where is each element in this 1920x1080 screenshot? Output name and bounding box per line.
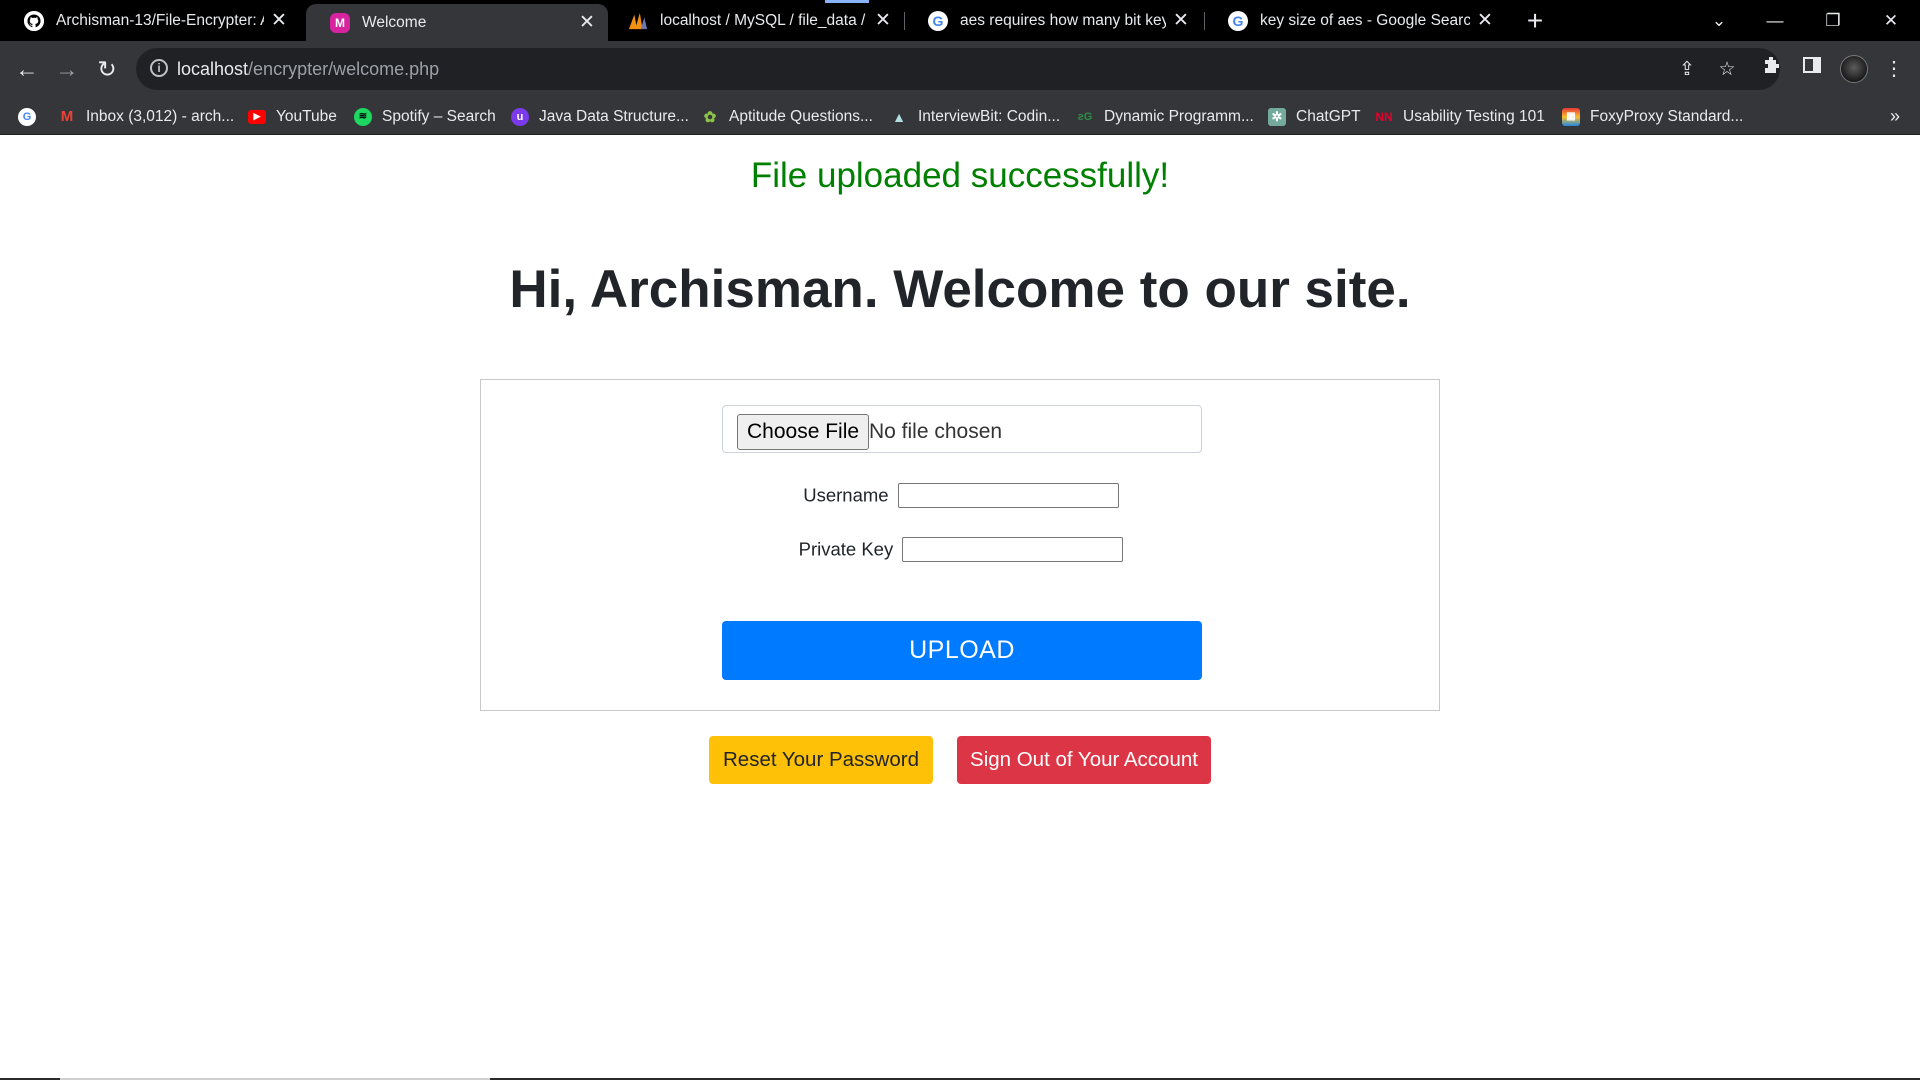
reload-button[interactable]: ↻ bbox=[89, 51, 125, 87]
gfg-icon: ƨG bbox=[1077, 110, 1093, 123]
url-text[interactable]: localhost/encrypter/welcome.php bbox=[177, 59, 439, 80]
minimize-button[interactable]: — bbox=[1748, 0, 1802, 41]
url-path: /encrypter/welcome.php bbox=[248, 59, 440, 79]
file-input[interactable]: Choose File No file chosen bbox=[722, 405, 1202, 453]
username-label: Username bbox=[803, 484, 889, 506]
bookmark-spotify[interactable]: ≋ Spotify – Search bbox=[354, 98, 496, 135]
bookmark-label: Inbox (3,012) - arch... bbox=[86, 107, 235, 125]
reset-password-button[interactable]: Reset Your Password bbox=[709, 736, 933, 784]
welcome-heading: Hi, Archisman. Welcome to our site. bbox=[0, 259, 1920, 320]
bookmark-interviewbit[interactable]: ▲ InterviewBit: Codin... bbox=[890, 98, 1060, 135]
bookmark-label: InterviewBit: Codin... bbox=[918, 107, 1061, 125]
page-content: File uploaded successfully! Hi, Archisma… bbox=[0, 136, 1920, 1080]
bookmark-label: FoxyProxy Standard... bbox=[1590, 107, 1744, 125]
tab-welcome[interactable]: M Welcome ✕ bbox=[306, 4, 608, 41]
bookmark-foxyproxy[interactable]: ▦ FoxyProxy Standard... bbox=[1562, 98, 1743, 135]
bookmark-label: Dynamic Programm... bbox=[1104, 107, 1254, 125]
bookmark-google[interactable]: G bbox=[18, 98, 46, 135]
address-bar[interactable]: i localhost/encrypter/welcome.php ⇪ ☆ bbox=[136, 48, 1780, 90]
tab-github[interactable]: Archisman-13/File-Encrypter: A W ✕ bbox=[0, 0, 300, 41]
interviewbit-icon: ▲ bbox=[892, 108, 906, 125]
upload-button[interactable]: UPLOAD bbox=[722, 621, 1202, 680]
tab-google-aes-bits[interactable]: G aes requires how many bit key - G ✕ bbox=[904, 0, 1202, 41]
tab-title: aes requires how many bit key - G bbox=[960, 11, 1166, 29]
file-status-text: No file chosen bbox=[869, 420, 1003, 443]
java-icon: u bbox=[511, 107, 529, 126]
restore-button[interactable]: ❐ bbox=[1806, 0, 1860, 41]
username-field[interactable] bbox=[897, 483, 1119, 508]
phpmyadmin-icon bbox=[628, 11, 648, 31]
bookmarks-bar: G M Inbox (3,012) - arch... ▶ YouTube ≋ … bbox=[0, 98, 1920, 135]
close-window-button[interactable]: ✕ bbox=[1864, 0, 1918, 41]
bookmark-gmail[interactable]: M Inbox (3,012) - arch... bbox=[58, 98, 234, 135]
google-icon: G bbox=[18, 107, 36, 126]
tab-google-aes-size[interactable]: G key size of aes - Google Search ✕ bbox=[1204, 0, 1506, 41]
google-icon: G bbox=[1228, 10, 1248, 31]
nn-icon: NN bbox=[1375, 109, 1393, 124]
spotify-icon: ≋ bbox=[354, 107, 372, 126]
aptitude-icon: ✿ bbox=[703, 108, 717, 126]
bookmark-label: Spotify – Search bbox=[382, 107, 496, 125]
github-icon bbox=[24, 10, 44, 31]
gmail-icon: M bbox=[60, 108, 74, 125]
bookmark-label: YouTube bbox=[276, 107, 337, 125]
private-key-row: Private Key bbox=[481, 537, 1441, 562]
site-info-icon[interactable]: i bbox=[150, 59, 168, 77]
bookmark-label: Aptitude Questions... bbox=[729, 107, 873, 125]
tab-title: Welcome bbox=[362, 13, 427, 31]
forward-button[interactable]: → bbox=[49, 51, 85, 87]
upload-success-message: File uploaded successfully! bbox=[750, 156, 1170, 195]
close-icon[interactable]: ✕ bbox=[572, 11, 602, 34]
tab-title: localhost / MySQL / file_data / m bbox=[660, 11, 868, 29]
close-icon[interactable]: ✕ bbox=[868, 9, 898, 32]
menu-kebab-icon[interactable]: ⋮ bbox=[1880, 55, 1908, 83]
sign-out-button[interactable]: Sign Out of Your Account bbox=[957, 736, 1211, 784]
foxyproxy-icon: ▦ bbox=[1562, 107, 1580, 126]
bookmark-label: Usability Testing 101 bbox=[1403, 107, 1545, 125]
bookmark-usability[interactable]: NN Usability Testing 101 bbox=[1375, 98, 1545, 135]
tab-title: key size of aes - Google Search bbox=[1260, 11, 1470, 29]
tab-search-chevron-icon[interactable]: ⌄ bbox=[1692, 0, 1746, 41]
bookmark-star-icon[interactable]: ☆ bbox=[1714, 57, 1740, 83]
bookmark-aptitude[interactable]: ✿ Aptitude Questions... bbox=[701, 98, 873, 135]
tab-strip: Archisman-13/File-Encrypter: A W ✕ M Wel… bbox=[0, 0, 1920, 41]
welcome-username: Archisman bbox=[589, 260, 864, 319]
site-logo-icon: M bbox=[330, 12, 350, 33]
username-row: Username bbox=[481, 483, 1441, 508]
google-icon: G bbox=[928, 10, 948, 31]
share-icon[interactable]: ⇪ bbox=[1674, 57, 1700, 83]
extensions-icon[interactable] bbox=[1758, 55, 1786, 83]
choose-file-button[interactable]: Choose File bbox=[737, 414, 870, 450]
welcome-prefix: Hi, bbox=[509, 260, 590, 319]
profile-avatar[interactable] bbox=[1840, 55, 1868, 83]
bookmark-java-ds[interactable]: u Java Data Structure... bbox=[511, 98, 689, 135]
bookmark-youtube[interactable]: ▶ YouTube bbox=[248, 98, 337, 135]
youtube-icon: ▶ bbox=[248, 109, 266, 124]
close-icon[interactable]: ✕ bbox=[1470, 9, 1500, 32]
welcome-suffix: . Welcome to our site. bbox=[863, 260, 1411, 319]
chatgpt-icon: ✲ bbox=[1268, 107, 1286, 126]
close-icon[interactable]: ✕ bbox=[1166, 9, 1196, 32]
tab-phpmyadmin[interactable]: localhost / MySQL / file_data / m ✕ bbox=[604, 0, 904, 41]
new-tab-button[interactable]: + bbox=[1520, 4, 1550, 38]
back-button[interactable]: ← bbox=[9, 51, 45, 87]
browser-toolbar: ← → ↻ i localhost/encrypter/welcome.php … bbox=[0, 41, 1920, 98]
url-host: localhost bbox=[177, 59, 249, 79]
bookmark-label: ChatGPT bbox=[1296, 107, 1361, 125]
private-key-field[interactable] bbox=[902, 537, 1124, 562]
bookmark-dynamic-programming[interactable]: ƨG Dynamic Programm... bbox=[1076, 98, 1254, 135]
bookmark-label: Java Data Structure... bbox=[539, 107, 689, 125]
tab-title: Archisman-13/File-Encrypter: A W bbox=[56, 11, 264, 29]
bookmarks-overflow-button[interactable]: » bbox=[1890, 98, 1900, 135]
side-panel-icon[interactable] bbox=[1798, 55, 1826, 83]
private-key-label: Private Key bbox=[798, 538, 894, 560]
close-icon[interactable]: ✕ bbox=[264, 9, 294, 32]
bookmark-chatgpt[interactable]: ✲ ChatGPT bbox=[1268, 98, 1361, 135]
upload-form: Choose File No file chosen Username Priv… bbox=[480, 379, 1440, 711]
